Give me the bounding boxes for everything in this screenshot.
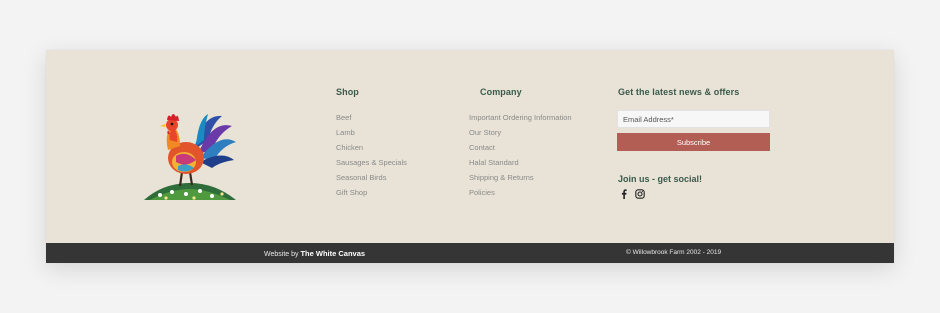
company-links: Important Ordering Information Our Story… xyxy=(469,110,572,200)
shop-link-gift-shop[interactable]: Gift Shop xyxy=(336,185,407,200)
credit-studio-link[interactable]: The White Canvas xyxy=(300,249,365,258)
shop-heading: Shop xyxy=(336,87,359,97)
shop-link-sausages[interactable]: Sausages & Specials xyxy=(336,155,407,170)
company-link-policies[interactable]: Policies xyxy=(469,185,572,200)
site-footer: Shop Beef Lamb Chicken Sausages & Specia… xyxy=(46,50,894,263)
shop-link-chicken[interactable]: Chicken xyxy=(336,140,407,155)
email-field[interactable] xyxy=(617,110,770,128)
credit-prefix: Website by xyxy=(264,251,299,258)
shop-link-seasonal-birds[interactable]: Seasonal Birds xyxy=(336,170,407,185)
company-heading: Company xyxy=(480,87,522,97)
shop-links: Beef Lamb Chicken Sausages & Specials Se… xyxy=(336,110,407,200)
rooster-logo xyxy=(144,114,236,200)
bottom-bar: Website by The White Canvas © Willowbroo… xyxy=(46,243,894,263)
copyright-text: © Willowbrook Farm 2002 - 2019 xyxy=(626,249,722,256)
company-link-ordering-info[interactable]: Important Ordering Information xyxy=(469,110,572,125)
newsletter-heading: Get the latest news & offers xyxy=(618,87,740,97)
site-credit: Website by The White Canvas xyxy=(264,249,365,258)
shop-link-beef[interactable]: Beef xyxy=(336,110,407,125)
company-link-our-story[interactable]: Our Story xyxy=(469,125,572,140)
company-link-halal-standard[interactable]: Halal Standard xyxy=(469,155,572,170)
subscribe-button[interactable]: Subscribe xyxy=(617,133,770,151)
shop-link-lamb[interactable]: Lamb xyxy=(336,125,407,140)
instagram-icon[interactable] xyxy=(635,189,645,199)
social-heading: Join us - get social! xyxy=(618,174,703,184)
company-link-shipping-returns[interactable]: Shipping & Returns xyxy=(469,170,572,185)
company-link-contact[interactable]: Contact xyxy=(469,140,572,155)
facebook-icon[interactable] xyxy=(619,189,629,199)
